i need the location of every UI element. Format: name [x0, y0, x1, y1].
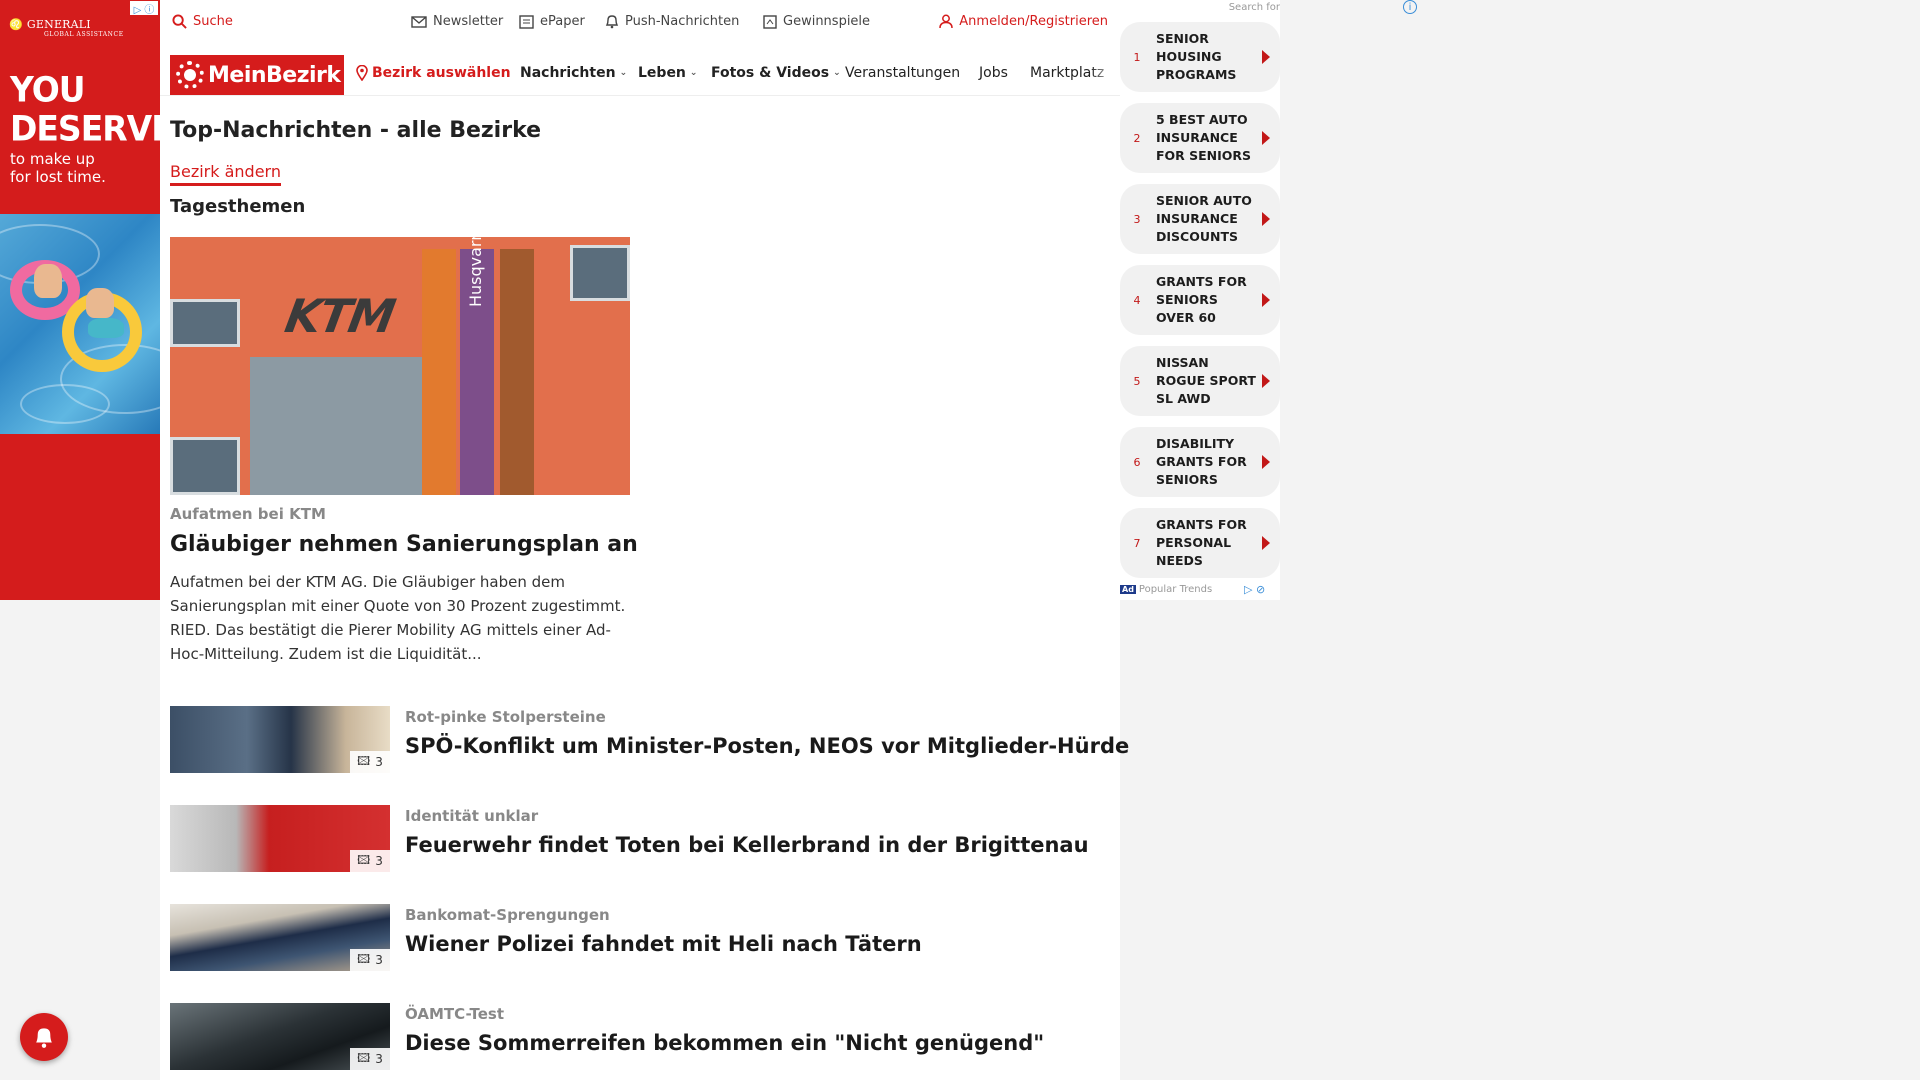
left-skyscraper-ad[interactable]: ▷ ⓘ ♌ GENERALI GLOBAL ASSISTANCE YOU DES…: [0, 0, 160, 600]
nav-fotos-videos[interactable]: Fotos & Videos ⌄: [711, 65, 841, 81]
ad-link-item[interactable]: 3 SENIOR AUTO INSURANCE DISCOUNTS: [1120, 184, 1280, 254]
arrow-right-icon: [1262, 212, 1270, 226]
story-kicker: Identität unklar: [405, 807, 539, 825]
bell-icon: [36, 1028, 52, 1048]
story-item[interactable]: 🖾 3 ÖAMTC-Test Diese Sommerreifen bekomme…: [170, 1003, 1110, 1071]
nav-leben[interactable]: Leben ⌄: [638, 65, 697, 81]
newspaper-icon: [519, 14, 534, 29]
ad-badge: Ad: [1120, 585, 1136, 594]
arrow-right-icon: [1262, 455, 1270, 469]
chevron-down-icon: ⌄: [833, 68, 841, 78]
meinbezirk-logo[interactable]: MeinBezirk: [170, 55, 344, 95]
bell-icon: [605, 15, 619, 29]
logo-mark-icon: [176, 61, 204, 89]
story-title[interactable]: Feuerwehr findet Toten bei Kellerbrand i…: [405, 833, 1089, 857]
notification-bell-button[interactable]: [20, 1013, 68, 1061]
story-thumbnail[interactable]: 🖾 3: [170, 904, 390, 971]
hero-ktm-lettering: KTM: [281, 289, 398, 343]
epaper-link[interactable]: ePaper: [519, 14, 585, 29]
arrow-right-icon: [1262, 50, 1270, 64]
nav-nachrichten[interactable]: Nachrichten ⌄: [520, 65, 627, 81]
ad-choices-icon[interactable]: ▷ ⊘: [1244, 583, 1265, 596]
search-link[interactable]: Suche: [172, 14, 233, 29]
ad-search-for-label: Search for: [1228, 2, 1280, 13]
login-link[interactable]: Anmelden/Registrieren: [939, 14, 1108, 29]
right-search-ad[interactable]: Search for 1 SENIOR HOUSING PROGRAMS 2 5…: [1120, 0, 1280, 600]
newsletter-link[interactable]: Newsletter: [411, 14, 503, 29]
story-item[interactable]: 🖾 3 Bankomat-Sprengungen Wiener Polizei f…: [170, 904, 1110, 972]
mail-icon: [411, 15, 427, 28]
story-title[interactable]: SPÖ-Konflikt um Minister-Posten, NEOS vo…: [405, 734, 1129, 758]
ad-link-item[interactable]: 2 5 BEST AUTO INSURANCE FOR SENIORS: [1120, 103, 1280, 173]
story-thumbnail[interactable]: 🖾 3: [170, 1003, 390, 1070]
hero-image[interactable]: KTM Husqvarna: [170, 237, 630, 495]
hero-title[interactable]: Gläubiger nehmen Sanierungsplan an: [170, 532, 638, 557]
hero-kicker: Aufatmen bei KTM: [170, 505, 326, 523]
chevron-down-icon: ⌄: [689, 68, 698, 78]
story-item[interactable]: 🖾 3 Rot-pinke Stolpersteine SPÖ-Konflikt …: [170, 706, 1129, 774]
hero-flag-lettering: Husqvarna: [466, 237, 485, 307]
main-content: Suche Newsletter ePaper Push-Nachrichten…: [160, 0, 1129, 1080]
hero-teaser: Aufatmen bei der KTM AG. Die Gläubiger h…: [170, 573, 626, 663]
story-item[interactable]: 🖾 3 Identität unklar Feuerwehr findet Tot…: [170, 805, 1110, 873]
ad-link-item[interactable]: 1 SENIOR HOUSING PROGRAMS: [1120, 22, 1280, 92]
nav-veranstaltungen[interactable]: Veranstaltungen: [845, 65, 960, 81]
ad-subline: to make up for lost time.: [10, 150, 106, 186]
arrow-right-icon: [1262, 374, 1270, 388]
story-kicker: Bankomat-Sprengungen: [405, 906, 610, 924]
gallery-count: 🖾 3: [350, 949, 390, 971]
story-kicker: ÖAMTC-Test: [405, 1005, 505, 1023]
ad-brand: ♌ GENERALI: [9, 18, 91, 31]
story-title[interactable]: Wiener Polizei fahndet mit Heli nach Tät…: [405, 932, 922, 956]
ad-pool-image: [0, 214, 160, 434]
ad-brand-sub: GLOBAL ASSISTANCE: [44, 31, 124, 38]
push-link[interactable]: Push-Nachrichten: [605, 14, 739, 29]
story-kicker: Rot-pinke Stolpersteine: [405, 708, 606, 726]
ad-link-item[interactable]: 5 NISSAN ROGUE SPORT SL AWD: [1120, 346, 1280, 416]
nav-jobs[interactable]: Jobs: [979, 65, 1008, 81]
story-thumbnail[interactable]: 🖾 3: [170, 706, 390, 773]
gallery-icon: 🖾: [357, 1050, 371, 1065]
nav-overflow-fade: [1090, 62, 1120, 90]
lion-logo-icon: ♌: [9, 18, 23, 31]
gallery-icon: 🖾: [357, 753, 371, 768]
user-icon: [939, 14, 954, 29]
section-heading: Tagesthemen: [170, 196, 306, 217]
top-utility-bar: Suche Newsletter ePaper Push-Nachrichten…: [160, 0, 1120, 46]
ad-footer: Ad Popular Trends: [1120, 584, 1213, 595]
gift-icon: [763, 14, 777, 29]
page-title: Top-Nachrichten - alle Bezirke: [170, 118, 542, 143]
main-navigation: MeinBezirk Bezirk auswählen Nachrichten ⌄…: [160, 54, 1120, 96]
change-bezirk-link[interactable]: Bezirk ändern: [170, 162, 281, 186]
arrow-right-icon: [1262, 131, 1270, 145]
search-icon: [172, 14, 187, 29]
gallery-count: 🖾 3: [350, 751, 390, 773]
story-title[interactable]: Diese Sommerreifen bekommen ein "Nicht g…: [405, 1031, 1044, 1055]
bezirk-select[interactable]: Bezirk auswählen: [356, 65, 511, 81]
ad-link-item[interactable]: 7 GRANTS FOR PERSONAL NEEDS: [1120, 508, 1280, 578]
ad-link-item[interactable]: 6 DISABILITY GRANTS FOR SENIORS: [1120, 427, 1280, 497]
gallery-count: 🖾 3: [350, 1048, 390, 1070]
gallery-icon: 🖾: [357, 852, 371, 867]
gallery-icon: 🖾: [357, 951, 371, 966]
gallery-count: 🖾 3: [350, 850, 390, 872]
info-icon[interactable]: i: [1403, 0, 1417, 14]
story-thumbnail[interactable]: 🖾 3: [170, 805, 390, 872]
gewinnspiele-link[interactable]: Gewinnspiele: [763, 14, 870, 29]
ad-link-item[interactable]: 4 GRANTS FOR SENIORS OVER 60: [1120, 265, 1280, 335]
arrow-right-icon: [1262, 293, 1270, 307]
ad-headline: YOU DESERVE: [10, 69, 160, 149]
arrow-right-icon: [1262, 536, 1270, 550]
ad-choices-icon[interactable]: ▷ ⓘ: [130, 1, 158, 16]
chevron-down-icon: ⌄: [619, 68, 628, 78]
location-pin-icon: [356, 65, 368, 81]
